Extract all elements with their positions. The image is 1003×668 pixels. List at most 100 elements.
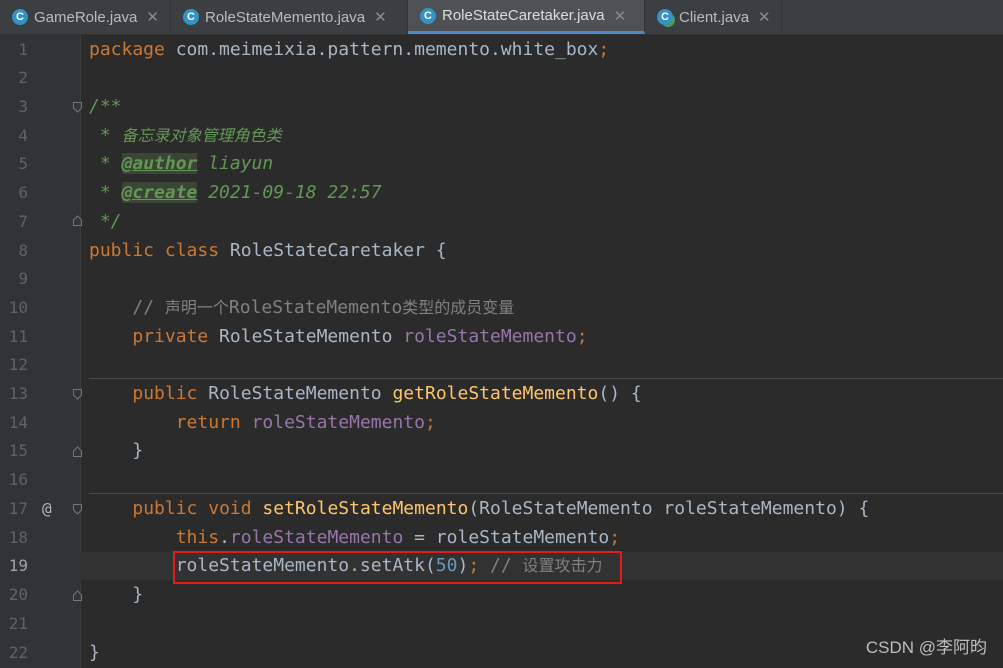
code-line-10: // 声明一个RoleStateMemento类型的成员变量 xyxy=(89,294,1003,322)
line-number: 18 xyxy=(8,528,28,547)
tab-rolestatememento[interactable]: C RoleStateMemento.java ✕ xyxy=(171,0,408,34)
line-number: 7 xyxy=(18,212,28,231)
keyword: private xyxy=(132,326,209,347)
doc-star: * xyxy=(89,125,122,146)
dot: . xyxy=(219,527,230,548)
class-icon: C xyxy=(183,9,199,25)
fold-close-icon[interactable] xyxy=(73,590,82,601)
code-line-8: public class RoleStateCaretaker { xyxy=(89,237,1003,265)
comment-text: RoleStateMemento xyxy=(228,297,403,318)
code-line-11: private RoleStateMemento roleStateMement… xyxy=(89,323,1003,351)
highlight-box xyxy=(173,551,622,584)
line-number: 1 xyxy=(18,40,28,59)
tab-gamerole[interactable]: C GameRole.java ✕ xyxy=(0,0,171,34)
comment-marker: // xyxy=(132,297,165,318)
line-number: 21 xyxy=(8,614,28,633)
code-line-17: public void setRoleStateMemento(RoleStat… xyxy=(89,495,1003,523)
watermark: CSDN @李阿昀 xyxy=(865,638,987,657)
package-name: com.meimeixia.pattern.memento.white_box xyxy=(164,39,599,60)
doc-value: 2021-09-18 22:57 xyxy=(197,182,382,203)
line-number: 15 xyxy=(8,441,28,460)
close-icon[interactable]: ✕ xyxy=(374,8,387,26)
line-number: 22 xyxy=(8,643,28,662)
tab-client[interactable]: C Client.java ✕ xyxy=(645,0,782,34)
close-icon[interactable]: ✕ xyxy=(758,8,771,26)
line-number: 10 xyxy=(8,298,28,317)
tab-label: RoleStateMemento.java xyxy=(205,8,366,26)
line-number: 3 xyxy=(18,97,28,116)
fold-open-icon[interactable] xyxy=(73,389,82,400)
fold-close-icon[interactable] xyxy=(73,446,82,457)
keyword: public xyxy=(132,383,198,404)
fold-open-icon[interactable] xyxy=(73,504,82,515)
keyword: class xyxy=(154,240,220,261)
line-number: 5 xyxy=(18,154,28,173)
comment-text: 声明一个 xyxy=(164,298,229,317)
code-line-1: package com.meimeixia.pattern.memento.wh… xyxy=(89,36,1003,64)
fold-close-icon[interactable] xyxy=(73,215,82,226)
line-number: 4 xyxy=(18,126,28,145)
line-number: 16 xyxy=(8,470,28,489)
doc-star: * xyxy=(89,153,122,174)
method-name: setRoleStateMemento xyxy=(262,498,469,519)
code-line-18: this.roleStateMemento = roleStateMemento… xyxy=(89,524,1003,552)
line-number: 20 xyxy=(8,585,28,604)
line-number: 17 xyxy=(8,499,28,518)
line-number: 13 xyxy=(8,384,28,403)
code-line-6: * @create 2021-09-18 22:57 xyxy=(89,179,1003,207)
line-number: 9 xyxy=(18,269,28,288)
method-name: getRoleStateMemento xyxy=(392,383,599,404)
tab-label: Client.java xyxy=(679,8,750,26)
method-params: (RoleStateMemento roleStateMemento) { xyxy=(468,498,870,519)
override-marker-icon[interactable]: @ xyxy=(42,495,52,523)
line-number: 6 xyxy=(18,183,28,202)
tab-label: RoleStateCaretaker.java xyxy=(442,7,605,24)
semicolon: ; xyxy=(598,39,610,60)
runnable-class-icon: C xyxy=(657,9,673,25)
semicolon: ; xyxy=(576,326,588,347)
line-number: 2 xyxy=(18,68,28,87)
tab-rolestatecaretaker[interactable]: C RoleStateCaretaker.java ✕ xyxy=(408,0,645,34)
keyword: public xyxy=(89,240,155,261)
editor-tab-bar: C GameRole.java ✕ C RoleStateMemento.jav… xyxy=(0,0,1003,35)
close-icon[interactable]: ✕ xyxy=(614,7,627,25)
semicolon: ; xyxy=(424,412,436,433)
type-name: RoleStateMemento xyxy=(208,326,404,347)
type-name: RoleStateMemento xyxy=(197,383,393,404)
keyword: return xyxy=(175,412,241,433)
doc-star: * xyxy=(89,182,122,203)
editor-gutter[interactable]: 1 2 3 4 5 6 7 8 9 10 11 12 13 14 15 16 1… xyxy=(0,35,82,668)
code-line-4: * 备忘录对象管理角色类 xyxy=(89,122,1003,150)
code-line-20: } xyxy=(89,584,144,605)
doc-text: 备忘录对象管理角色类 xyxy=(121,126,282,145)
field-name: roleStateMemento xyxy=(403,326,577,347)
line-number: 8 xyxy=(18,241,28,260)
keyword: public xyxy=(132,498,198,519)
code-line-5: * @author liayun xyxy=(89,150,1003,178)
method-params: () { xyxy=(598,383,642,404)
field-name: roleStateMemento xyxy=(251,412,425,433)
doc-tag: @create xyxy=(121,182,198,203)
code-line-14: return roleStateMemento; xyxy=(89,409,1003,437)
code-line-15: } xyxy=(89,440,144,461)
class-icon: C xyxy=(12,9,28,25)
code-line-7: */ xyxy=(89,211,122,232)
close-icon[interactable]: ✕ xyxy=(146,8,159,26)
fold-open-icon[interactable] xyxy=(73,102,82,113)
field-name: roleStateMemento xyxy=(229,527,404,548)
semicolon: ; xyxy=(609,527,621,548)
doc-tag: @author xyxy=(121,153,198,174)
method-separator xyxy=(89,378,1003,379)
line-number: 12 xyxy=(8,355,28,374)
assignment: = roleStateMemento xyxy=(403,527,610,548)
keyword: this xyxy=(175,527,220,548)
code-line-13: public RoleStateMemento getRoleStateMeme… xyxy=(89,380,1003,408)
tab-label: GameRole.java xyxy=(34,8,138,26)
doc-value: liayun xyxy=(197,153,274,174)
